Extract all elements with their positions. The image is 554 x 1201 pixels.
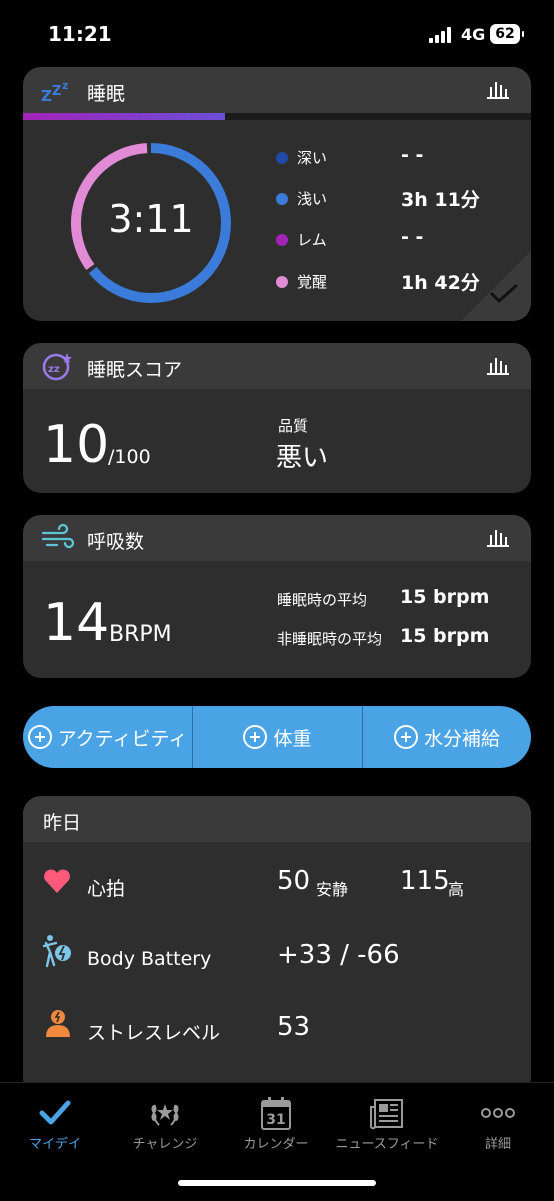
body-battery-row[interactable]: Body Battery +33 / -66 xyxy=(23,928,531,984)
respiration-value: 14 xyxy=(43,593,110,653)
status-time: 11:21 xyxy=(48,22,112,46)
high-hr-value: 115 xyxy=(400,866,450,896)
svg-text:z: z xyxy=(62,79,68,92)
legend-value: - - xyxy=(401,226,424,248)
stress-value: 53 xyxy=(277,1012,311,1042)
add-activity-label: アクティビティ xyxy=(57,727,188,750)
tab-label: カレンダー xyxy=(243,1137,309,1152)
chart-icon[interactable] xyxy=(487,355,509,375)
legend-label: 深い xyxy=(297,149,328,167)
quality-value: 悪い xyxy=(276,443,329,473)
respiration-title: 呼吸数 xyxy=(87,531,145,553)
quality-label: 品質 xyxy=(278,417,309,435)
tab-label: 詳細 xyxy=(484,1137,511,1152)
stress-label: ストレスレベル xyxy=(87,1022,221,1044)
heart-rate-label: 心拍 xyxy=(87,878,126,900)
battery-icon: 62 xyxy=(490,24,524,44)
legend-dot xyxy=(276,234,288,246)
newsfeed-icon xyxy=(369,1099,403,1130)
sleep-avg-value: 15 brpm xyxy=(400,586,490,608)
tab-label: マイデイ xyxy=(28,1137,81,1152)
tab-label: ニュースフィード xyxy=(335,1137,439,1152)
more-dots-icon xyxy=(481,1108,515,1118)
plus-circle-icon xyxy=(393,725,418,749)
laurel-icon xyxy=(151,1104,179,1126)
stress-row[interactable]: ストレスレベル 53 xyxy=(23,1000,531,1056)
sleep-duration: 3:11 xyxy=(108,197,194,241)
svg-text:Z: Z xyxy=(52,84,61,99)
chart-icon[interactable] xyxy=(487,527,509,547)
add-weight-button[interactable]: 体重 xyxy=(193,706,362,768)
plus-circle-icon xyxy=(243,725,268,749)
add-activity-button[interactable]: アクティビティ xyxy=(23,706,192,768)
respiration-card[interactable]: 呼吸数 14 BRPM 睡眠時の平均 15 brpm 非睡眠時の平均 15 br… xyxy=(23,515,531,678)
awake-avg-label: 非睡眠時の平均 xyxy=(277,630,383,648)
sleep-score-title: 睡眠スコア xyxy=(87,359,183,381)
stress-icon xyxy=(46,1010,70,1037)
sleep-avg-label: 睡眠時の平均 xyxy=(277,591,368,609)
calendar-day: 31 xyxy=(266,1112,285,1128)
body-battery-value: +33 / -66 xyxy=(277,940,400,970)
sleep-score-card[interactable]: zz 睡眠スコア 10 /100 品質 悪い xyxy=(23,343,531,493)
legend-dot xyxy=(276,276,288,288)
body-battery-icon xyxy=(43,935,71,968)
sleep-score-value: 10 xyxy=(43,415,110,475)
yesterday-title: 昨日 xyxy=(43,812,82,834)
svg-text:zz: zz xyxy=(48,364,60,375)
tab-label: チャレンジ xyxy=(132,1137,198,1152)
svg-text:Z: Z xyxy=(41,87,52,105)
add-hydration-label: 水分補給 xyxy=(423,727,500,750)
sleep-card[interactable]: Z Z z 睡眠 3:11 深い - - 浅い 3h 11分 レム - - 覚醒… xyxy=(23,67,531,321)
legend-dot xyxy=(276,193,288,205)
corner-check-icon xyxy=(461,251,531,321)
legend-value: 3h 11分 xyxy=(401,189,480,211)
high-hr-label: 高 xyxy=(448,880,465,899)
awake-avg-value: 15 brpm xyxy=(400,625,490,647)
check-icon xyxy=(39,1100,71,1125)
sleep-score-max: /100 xyxy=(108,446,151,468)
sleep-progress-fill xyxy=(23,113,225,120)
signal-icon xyxy=(429,27,455,43)
home-indicator xyxy=(178,1180,376,1186)
status-bar: 11:21 4G 62 xyxy=(0,0,554,70)
legend-label: 覚醒 xyxy=(297,273,328,291)
resting-hr-label: 安静 xyxy=(316,880,349,899)
chart-icon[interactable] xyxy=(487,79,509,99)
legend-dot xyxy=(276,152,288,164)
add-hydration-button[interactable]: 水分補給 xyxy=(363,706,531,768)
calendar-icon: 31 xyxy=(261,1097,291,1130)
legend-label: 浅い xyxy=(297,190,328,208)
legend-value: - - xyxy=(401,144,424,166)
card-header xyxy=(23,796,531,842)
body-battery-label: Body Battery xyxy=(87,948,212,970)
add-weight-label: 体重 xyxy=(273,727,312,750)
quick-actions: アクティビティ 体重 水分補給 xyxy=(23,706,531,768)
wind-icon xyxy=(41,523,75,549)
heart-icon xyxy=(44,869,70,893)
zzz-icon: Z Z z xyxy=(41,79,68,105)
respiration-unit: BRPM xyxy=(109,622,172,647)
network-type: 4G xyxy=(461,25,486,44)
sleep-title: 睡眠 xyxy=(87,83,126,105)
resting-hr-value: 50 xyxy=(277,866,311,896)
sleep-score-icon: zz xyxy=(42,353,72,381)
yesterday-card: 昨日 心拍 50 安静 115 高 Body Battery +33 / -66… xyxy=(23,796,531,1096)
legend-label: レム xyxy=(297,231,327,249)
heart-rate-row[interactable]: 心拍 50 安静 115 高 xyxy=(23,856,531,912)
plus-circle-icon xyxy=(27,725,52,749)
